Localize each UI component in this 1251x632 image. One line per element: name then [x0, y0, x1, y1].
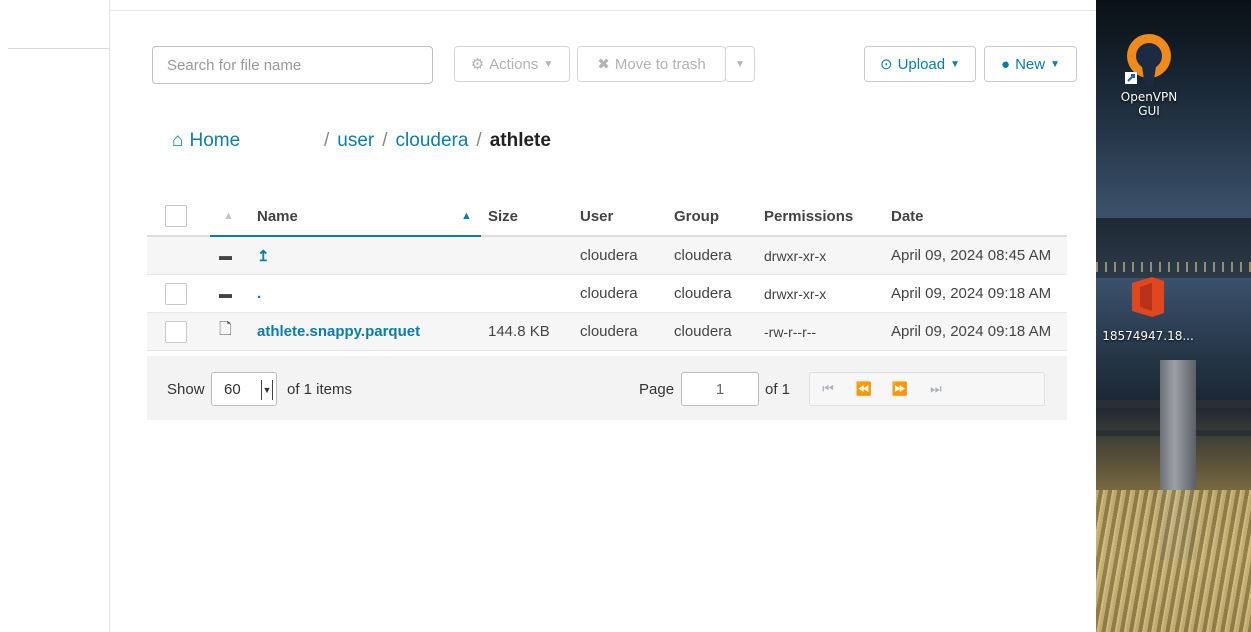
left-navigation-rail [0, 0, 110, 632]
page-size-select[interactable]: 60 ▼ [211, 372, 277, 406]
move-to-trash-button[interactable]: ✖ Move to trash [577, 46, 726, 82]
table-footer: Show 60 ▼ of 1 items Page of 1 ⏮ ⏪ ⏩ ⏭ [147, 356, 1067, 420]
previous-page-icon[interactable]: ⏪ [846, 373, 882, 405]
select-all-checkbox[interactable] [165, 205, 187, 227]
first-page-icon[interactable]: ⏮ [810, 373, 846, 405]
folder-icon: ▬ [219, 286, 232, 301]
folder-icon: ▬ [219, 248, 232, 263]
new-label: New [1015, 55, 1046, 73]
home-icon: ⌂ [172, 130, 184, 151]
row-permissions: -rw-r--r-- [764, 323, 817, 340]
column-name[interactable]: Name [257, 197, 298, 235]
row-permissions: drwxr-xr-x [764, 247, 827, 264]
chevron-down-icon: ▼ [543, 58, 554, 70]
table-row[interactable]: ▬ . cloudera cloudera drwxr-xr-x April 0… [147, 275, 1067, 313]
new-button[interactable]: ● New ▼ [984, 46, 1077, 82]
page-number-input[interactable] [681, 372, 759, 406]
row-date: April 09, 2024 09:18 AM [891, 285, 1052, 302]
column-permissions[interactable]: Permissions [764, 197, 853, 235]
office-icon [1132, 277, 1164, 317]
file-name-link[interactable]: athlete.snappy.parquet [257, 313, 420, 350]
search-input[interactable] [152, 46, 433, 84]
row-size: 144.8 KB [488, 323, 550, 340]
current-directory-link[interactable]: . [257, 275, 261, 312]
page-size-value: 60 [224, 380, 241, 398]
chevron-down-icon: ▼ [735, 58, 745, 70]
select-all-cell [165, 197, 187, 235]
upload-circle-icon: ⊙ [879, 56, 893, 73]
last-page-icon[interactable]: ⏭ [918, 373, 954, 405]
column-date[interactable]: Date [891, 197, 924, 235]
breadcrumb-separator: / [324, 130, 330, 151]
trash-dropdown-toggle[interactable]: ▼ [725, 46, 755, 82]
trash-label: Move to trash [614, 55, 706, 73]
row-group: cloudera [674, 323, 732, 340]
nav-divider [8, 48, 110, 49]
column-user[interactable]: User [580, 197, 613, 235]
row-group: cloudera [674, 247, 732, 264]
row-checkbox[interactable] [165, 320, 187, 343]
breadcrumb-separator: / [382, 130, 388, 151]
breadcrumb-separator: / [476, 130, 482, 151]
sort-icon: ▲ [223, 210, 234, 222]
close-icon: ✖ [597, 56, 610, 73]
desktop-grass [1096, 490, 1251, 632]
row-group: cloudera [674, 285, 732, 302]
items-count-label: of 1 items [287, 380, 353, 398]
office-document-shortcut[interactable]: 18574947.18... [1100, 275, 1196, 343]
openvpn-label: OpenVPN GUI [1120, 90, 1178, 118]
plus-circle-icon: ● [1001, 55, 1011, 73]
page-total-label: of 1 [765, 380, 791, 398]
show-label: Show [167, 380, 205, 398]
column-group[interactable]: Group [674, 197, 719, 235]
row-user: cloudera [580, 323, 638, 340]
upload-label: Upload [897, 55, 946, 73]
file-icon: 🗋 [219, 321, 232, 338]
column-size[interactable]: Size [488, 197, 518, 235]
page-label: Page [639, 380, 675, 398]
actions-button[interactable]: ⚙ Actions ▼ [454, 46, 570, 82]
row-permissions: drwxr-xr-x [764, 285, 827, 302]
top-divider [110, 10, 1096, 11]
row-checkbox-cell [165, 313, 187, 350]
next-page-icon[interactable]: ⏩ [882, 373, 918, 405]
chevron-down-icon: ▼ [261, 380, 273, 400]
gear-icon: ⚙ [470, 56, 485, 73]
openvpn-desktop-shortcut[interactable]: OpenVPN GUI [1113, 30, 1185, 118]
row-checkbox-cell [165, 275, 187, 312]
parent-directory-link[interactable]: ↥ [257, 237, 270, 274]
row-user: cloudera [580, 247, 638, 264]
table-row[interactable]: 🗋 athlete.snappy.parquet 144.8 KB cloude… [147, 313, 1067, 351]
chevron-down-icon: ▼ [1050, 58, 1060, 70]
sort-asc-icon: ▲ [461, 210, 472, 222]
actions-label: Actions [489, 55, 539, 73]
openvpn-icon [1125, 34, 1171, 86]
upload-button[interactable]: ⊙ Upload ▼ [864, 46, 976, 82]
office-label: 18574947.18... [1102, 329, 1194, 343]
row-date: April 09, 2024 09:18 AM [891, 323, 1052, 340]
breadcrumb-cloudera[interactable]: cloudera [396, 130, 469, 151]
row-user: cloudera [580, 285, 638, 302]
breadcrumb-home-label: Home [189, 130, 241, 151]
file-table: ▲ Name ▲ Size User Group Permissions Dat… [147, 197, 1067, 351]
breadcrumb-path: / user / cloudera / athlete [316, 130, 551, 152]
chevron-down-icon: ▼ [950, 58, 961, 70]
desktop-lights [1096, 262, 1251, 272]
row-checkbox[interactable] [165, 282, 187, 305]
row-date: April 09, 2024 08:45 AM [891, 247, 1052, 264]
pagination-controls: ⏮ ⏪ ⏩ ⏭ [809, 372, 1045, 406]
table-header: ▲ Name ▲ Size User Group Permissions Dat… [147, 197, 1067, 237]
breadcrumb-current: athlete [489, 130, 551, 151]
table-row[interactable]: ▬ ↥ cloudera cloudera drwxr-xr-x April 0… [147, 237, 1067, 275]
breadcrumb-home[interactable]: ⌂ Home [172, 130, 240, 152]
breadcrumb-user[interactable]: user [337, 130, 374, 151]
